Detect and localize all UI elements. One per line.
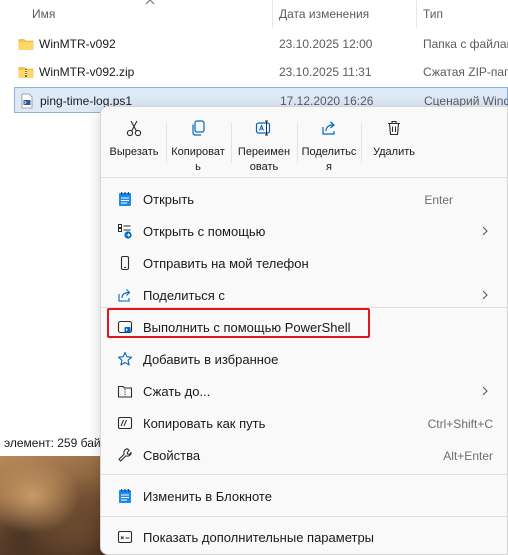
quick-action-label: Переимен овать xyxy=(237,146,291,173)
menu-item-label: Отправить на мой телефон xyxy=(143,256,309,271)
chevron-right-icon xyxy=(482,386,488,396)
open-with-icon xyxy=(118,224,132,239)
menu-divider xyxy=(101,516,507,517)
menu-item-shortcut: Enter xyxy=(424,193,453,207)
quick-action-label: Поделитьс я xyxy=(301,146,357,173)
menu-item-label: Открыть xyxy=(143,192,195,207)
menu-item-label: Показать дополнительные параметры xyxy=(143,530,375,545)
file-date: 23.10.2025 12:00 xyxy=(279,37,373,51)
rename-icon xyxy=(255,120,271,136)
menu-item-label: Открыть с помощью xyxy=(143,224,266,239)
menu-item-shortcut: Ctrl+Shift+C xyxy=(427,417,493,431)
quick-action-label: Удалить xyxy=(373,146,415,158)
file-row-winmtr-folder[interactable]: WinMTR-v092 23.10.2025 12:00 Папка с фай… xyxy=(14,31,508,57)
menu-item-label: Свойства xyxy=(143,448,201,463)
menu-item-open-with[interactable]: Открыть с помощью xyxy=(101,215,507,247)
archive-icon xyxy=(117,385,133,398)
share-button[interactable]: Поделитьс я xyxy=(298,115,360,175)
menu-item-copy-as-path[interactable]: Копировать как путь Ctrl+Shift+C xyxy=(101,407,507,439)
chevron-right-icon xyxy=(482,290,488,300)
notepad-icon xyxy=(119,489,131,503)
cut-button[interactable]: Вырезать xyxy=(103,115,165,175)
phone-icon xyxy=(120,255,130,271)
menu-item-send-to-phone[interactable]: Отправить на мой телефон xyxy=(101,247,507,279)
sort-chevron-icon[interactable] xyxy=(145,0,155,6)
file-type: Папка с файлам xyxy=(423,37,508,51)
menu-item-label: Сжать до... xyxy=(143,384,211,399)
copy-path-icon xyxy=(117,416,133,430)
wrench-icon xyxy=(118,448,132,462)
copy-button[interactable]: Копироват ь xyxy=(167,115,229,175)
quick-divider xyxy=(231,123,232,163)
share-icon xyxy=(322,121,335,135)
menu-item-label: Добавить в избранное xyxy=(143,352,279,367)
file-name: WinMTR-v092.zip xyxy=(39,65,135,79)
delete-button[interactable]: Удалить xyxy=(363,115,425,175)
quick-action-label: Вырезать xyxy=(109,146,159,158)
quick-action-label: Копироват ь xyxy=(171,146,225,173)
copy-icon xyxy=(192,120,205,136)
folder-icon xyxy=(18,39,34,50)
column-divider[interactable] xyxy=(272,0,273,28)
file-row-winmtr-zip[interactable]: WinMTR-v092.zip 23.10.2025 11:31 Сжатая … xyxy=(14,59,508,85)
column-header-row: Имя Дата изменения Тип xyxy=(0,0,508,28)
menu-divider xyxy=(101,474,507,475)
quick-actions-bar: Вырезать Копироват ь Переимен овать Поде… xyxy=(101,107,507,177)
zip-folder-icon xyxy=(18,67,34,78)
column-name[interactable]: Имя xyxy=(32,7,55,21)
quick-divider xyxy=(361,123,362,163)
menu-item-show-more-options[interactable]: Показать дополнительные параметры xyxy=(101,521,507,553)
file-name: WinMTR-v092 xyxy=(39,37,116,51)
menu-item-add-to-favorites[interactable]: Добавить в избранное xyxy=(101,343,507,375)
rename-button[interactable]: Переимен овать xyxy=(233,115,295,175)
file-date: 23.10.2025 11:31 xyxy=(279,65,372,79)
highlight-annotation-box xyxy=(107,308,370,338)
menu-divider xyxy=(101,177,507,178)
notepad-icon xyxy=(119,192,131,206)
file-type: Сжатая ZIP-папк xyxy=(423,65,508,79)
menu-item-edit-in-notepad[interactable]: Изменить в Блокноте xyxy=(101,480,507,512)
powershell-script-icon xyxy=(21,93,33,109)
trash-icon xyxy=(388,120,400,136)
menu-item-shortcut: Alt+Enter xyxy=(443,449,493,463)
more-options-icon xyxy=(117,530,133,544)
column-divider[interactable] xyxy=(416,0,417,28)
menu-item-properties[interactable]: Свойства Alt+Enter xyxy=(101,439,507,471)
scissors-icon xyxy=(126,120,142,137)
status-bar-selection: элемент: 259 байт xyxy=(4,436,107,450)
menu-item-label: Изменить в Блокноте xyxy=(143,489,272,504)
column-type[interactable]: Тип xyxy=(423,7,443,21)
share-icon xyxy=(118,289,131,302)
menu-item-open[interactable]: Открыть Enter xyxy=(101,183,507,215)
chevron-right-icon xyxy=(482,226,488,236)
column-date[interactable]: Дата изменения xyxy=(279,7,369,21)
menu-item-compress-to[interactable]: Сжать до... xyxy=(101,375,507,407)
desktop-wallpaper xyxy=(0,456,108,555)
menu-item-label: Копировать как путь xyxy=(143,416,266,431)
star-icon xyxy=(117,351,133,366)
menu-item-label: Поделиться с xyxy=(143,288,225,303)
